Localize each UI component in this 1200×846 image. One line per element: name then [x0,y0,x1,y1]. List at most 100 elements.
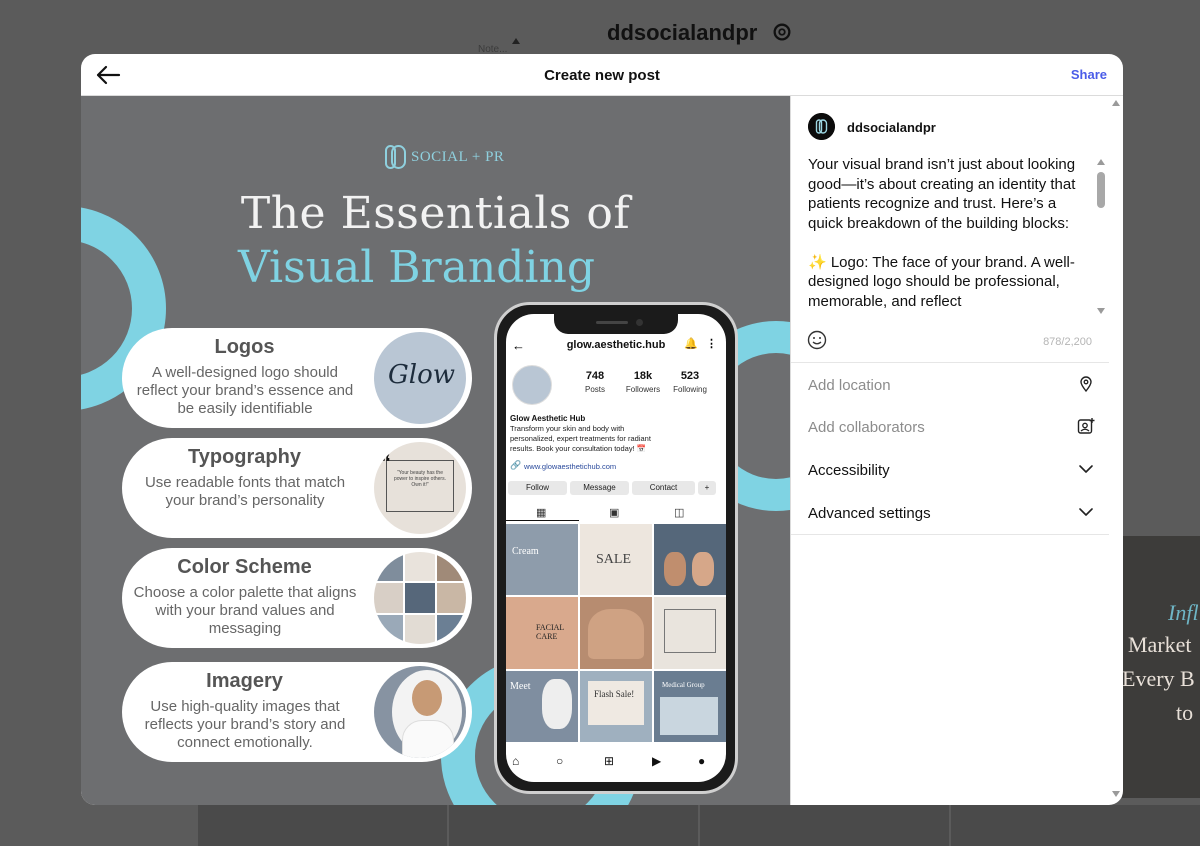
ig-stat-followers: 18k Followers [620,370,666,394]
grid-post[interactable] [951,805,1200,846]
ig-stat-following: 523 Following [667,370,713,394]
ig-tagged-tab-icon: ◫ [674,507,685,519]
background-post-grid [198,805,1200,846]
card-imagery: Imagery Use high-quality images that ref… [122,662,472,762]
settings-gear-icon[interactable] [771,21,793,43]
ig-grid-post: SALE [580,524,652,596]
ig-link-icon: 🔗 [510,460,522,470]
bg-post-text: to [1176,700,1194,725]
caption-scroll-down-icon[interactable] [1097,308,1105,314]
color-scheme-thumbnail [374,552,466,644]
ig-add-user-icon: + [698,481,716,495]
ig-grid-post [654,597,726,669]
ig-follow-button: Follow [508,481,567,495]
ig-search-icon: ○ [556,754,564,768]
ig-stat-label: Posts [584,385,605,394]
brand-logo: SOCIAL + PR [385,144,504,170]
ig-grid-text: SALE [596,552,631,567]
advanced-settings-label: Advanced settings [808,505,931,522]
emoji-icon[interactable] [807,330,827,350]
thumb-text: “Your beauty has the power to inspire ot… [394,470,446,488]
logo-thumbnail: Glow [374,332,466,424]
phone-notch [554,314,678,334]
accessibility-row[interactable]: Accessibility [791,448,1109,491]
card-color-scheme: Color Scheme Choose a color palette that… [122,548,472,648]
caption-scrollbar[interactable] [1097,172,1105,208]
ig-stat-number: 748 [585,370,605,382]
bg-post-text: Every B [1122,666,1195,691]
post-image-preview: SOCIAL + PR The Essentials of Visual Bra… [81,96,790,805]
divider [791,534,1109,535]
profile-username: ddsocialandpr [607,20,758,45]
imagery-thumbnail [374,666,466,758]
ig-message-button: Message [570,481,629,495]
ig-grid-post: Meet [506,670,578,742]
chevron-down-icon [1079,508,1093,516]
ig-home-icon: ⌂ [512,754,520,768]
modal-title: Create new post [544,67,660,84]
ig-grid-text: Meet [510,680,531,692]
thumb-text: Glow [388,360,455,390]
ig-grid-post [580,597,652,669]
card-logos: Logos A well-designed logo should reflec… [122,328,472,428]
ig-grid-text: Flash Sale! [594,688,635,699]
card-description: Use high-quality images that reflects yo… [144,698,346,751]
add-location-label: Add location [808,377,891,394]
ig-stat-posts: 748 Posts [572,370,618,394]
card-typography: Typography Use readable fonts that match… [122,438,472,538]
ig-contact-button: Contact [632,481,695,495]
create-post-modal: Create new post Share SOCIAL + PR The Es… [81,54,1123,805]
card-description: Use readable fonts that match your brand… [144,474,346,509]
ig-grid-post: Medical Group [654,670,726,742]
advanced-settings-row[interactable]: Advanced settings [791,491,1109,534]
ig-bottom-nav: ⌂ ○ ⊞ ▶ ● [506,748,726,778]
ig-reels-icon: ▶ [652,754,662,768]
ig-profile-icon: ● [698,754,706,768]
grid-post[interactable] [449,805,698,846]
background-post-thumbnail[interactable]: Infl Market Every B to [1122,536,1200,798]
grid-post[interactable] [700,805,949,846]
ig-grid-post: FACIAL CARE [506,597,578,669]
ig-bio: Transform your skin and body with person… [510,424,651,453]
ig-profile-tabs: ▦ ▣ ◫ [506,504,726,522]
bg-post-text: Infl [1168,600,1199,625]
card-title: Color Scheme [177,556,312,578]
post-details-panel: ddsocialandpr Your visual brand isn’t ju… [790,96,1123,805]
panel-scroll-down-icon[interactable] [1112,791,1120,797]
add-location-row[interactable]: Add location [791,362,1109,405]
ig-grid-post: Flash Sale! [580,670,652,742]
account-name: ddsocialandpr [847,120,936,135]
add-collaborators-row[interactable]: Add collaborators [791,405,1109,448]
caption-scroll-up-icon[interactable] [1097,159,1105,165]
note-pointer [512,38,520,44]
panel-scroll-up-icon[interactable] [1112,100,1120,106]
ig-grid-post: Cream [506,524,578,596]
card-description: A well-designed logo should reflect your… [136,364,354,417]
add-collaborator-icon [1077,418,1095,434]
card-title: Imagery [206,670,283,692]
ig-display-name: Glow Aesthetic Hub [510,414,586,423]
typography-thumbnail: “ “Your beauty has the power to inspire … [374,442,466,534]
phone-screen: ← glow.aesthetic.hub 🔔 ⋮ 748 Posts 18k F… [506,314,726,782]
ig-grid-tab-icon: ▦ [536,507,547,519]
ig-stat-number: 523 [680,370,700,382]
chevron-down-icon [1079,465,1093,473]
ig-stat-number: 18k [633,370,653,382]
ig-grid-post [654,524,726,596]
ig-create-icon: ⊞ [604,754,615,768]
caption-textarea[interactable]: Your visual brand isn’t just about looki… [808,155,1088,317]
ig-bell-icon: 🔔 [684,338,698,350]
card-title: Typography [188,446,301,468]
headline-line1: The Essentials of [240,188,631,239]
character-count: 878/2,200 [1043,336,1092,348]
add-collaborators-label: Add collaborators [808,419,925,436]
brand-logo-text: SOCIAL + PR [411,148,505,165]
share-button[interactable]: Share [1071,67,1107,82]
account-avatar [808,113,835,140]
grid-post[interactable] [198,805,447,846]
ig-grid-text: Medical Group [662,680,705,689]
accessibility-label: Accessibility [808,462,890,479]
ig-avatar [512,365,552,405]
headline-line2: Visual Branding [238,242,595,293]
ig-link: www.glowaesthetichub.com [524,462,617,471]
